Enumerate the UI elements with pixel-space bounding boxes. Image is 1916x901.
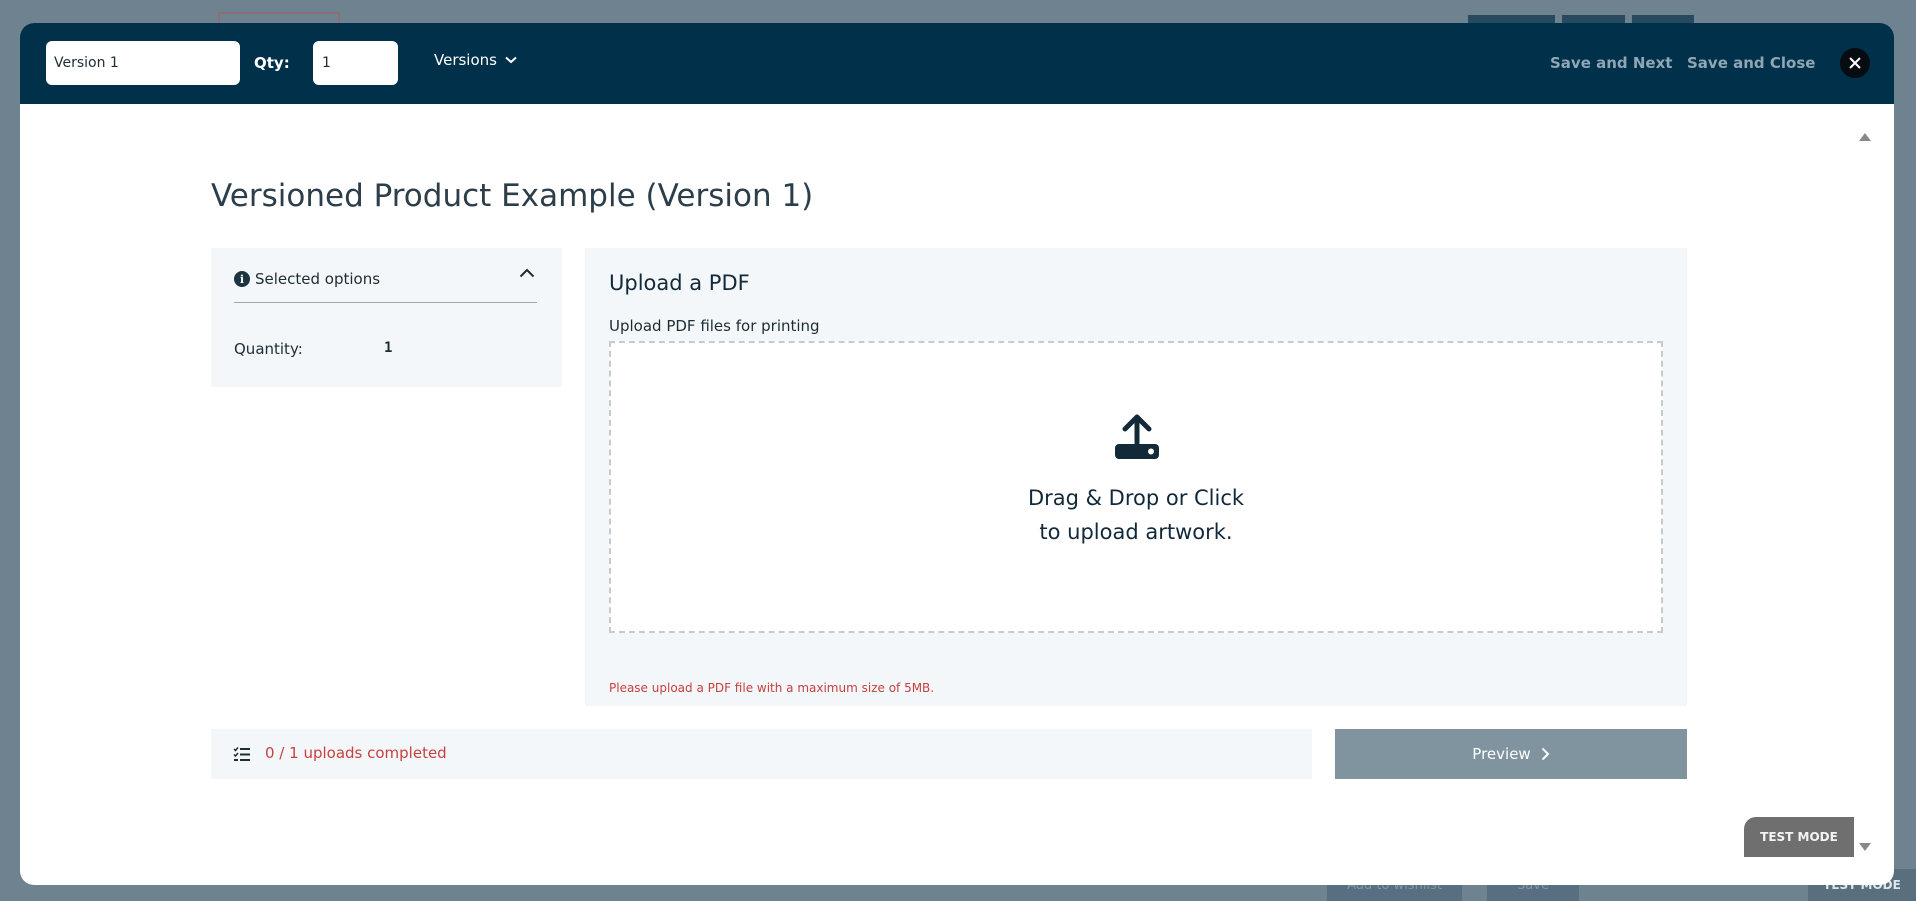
versions-dropdown[interactable]: Versions bbox=[434, 51, 517, 69]
qty-label: Qty: bbox=[254, 54, 290, 72]
page-title: Versioned Product Example (Version 1) bbox=[211, 178, 814, 214]
upload-panel: Upload a PDF Upload PDF files for printi… bbox=[585, 248, 1687, 706]
upload-title: Upload a PDF bbox=[609, 271, 750, 295]
close-button[interactable] bbox=[1840, 48, 1870, 78]
upload-subtitle: Upload PDF files for printing bbox=[609, 317, 820, 335]
info-icon: i bbox=[234, 271, 250, 287]
chevron-up-icon[interactable] bbox=[519, 268, 535, 278]
test-mode-badge: TEST MODE bbox=[1744, 817, 1854, 857]
upload-icon bbox=[1115, 414, 1159, 459]
checklist-icon bbox=[233, 747, 250, 761]
dropzone-text-line-2: to upload artwork. bbox=[1039, 520, 1233, 544]
chevron-right-icon bbox=[1541, 747, 1550, 761]
close-icon bbox=[1849, 57, 1861, 69]
save-and-next-button[interactable]: Save and Next bbox=[1550, 54, 1672, 72]
quantity-value: 1 bbox=[384, 340, 393, 356]
selected-options-panel: i Selected options Quantity: 1 bbox=[211, 248, 562, 387]
selected-options-header[interactable]: i Selected options bbox=[234, 268, 537, 303]
upload-size-note: Please upload a PDF file with a maximum … bbox=[609, 681, 935, 695]
quantity-label: Quantity: bbox=[234, 340, 303, 358]
save-and-close-button[interactable]: Save and Close bbox=[1687, 54, 1815, 72]
scroll-up-arrow[interactable] bbox=[1859, 133, 1871, 141]
selected-options-title: Selected options bbox=[255, 270, 381, 288]
upload-progress-text: 0 / 1 uploads completed bbox=[265, 744, 447, 762]
version-modal: Qty: Versions Save and Next Save and Clo… bbox=[20, 23, 1894, 885]
dropzone-text-line-1: Drag & Drop or Click bbox=[1027, 486, 1245, 510]
qty-input[interactable] bbox=[313, 41, 398, 85]
preview-button[interactable]: Preview bbox=[1335, 729, 1687, 779]
preview-label: Preview bbox=[1472, 745, 1531, 763]
upload-dropzone[interactable]: Drag & Drop or Click to upload artwork. bbox=[609, 341, 1663, 633]
upload-progress-bar: 0 / 1 uploads completed bbox=[211, 729, 1312, 779]
chevron-down-icon bbox=[505, 56, 517, 64]
scroll-down-arrow[interactable] bbox=[1859, 843, 1871, 851]
version-name-input[interactable] bbox=[46, 41, 240, 85]
versions-label: Versions bbox=[434, 51, 497, 69]
modal-header: Qty: Versions Save and Next Save and Clo… bbox=[20, 23, 1894, 104]
